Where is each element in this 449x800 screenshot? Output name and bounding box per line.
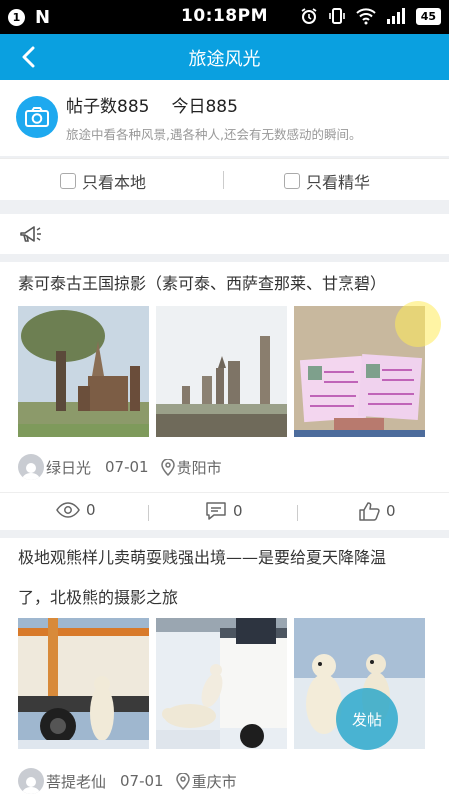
- location-pin-icon: [175, 772, 190, 790]
- post-meta: 菩提老仙 07-01 重庆市: [18, 768, 237, 794]
- post-image[interactable]: [18, 618, 149, 749]
- location-text: 贵阳市: [176, 458, 222, 477]
- eye-icon: [56, 502, 80, 518]
- like-button[interactable]: 0: [358, 501, 396, 521]
- user-icon: [22, 777, 40, 794]
- local-only-label: 只看本地: [82, 173, 147, 192]
- filter-featured-only[interactable]: 只看精华: [284, 169, 370, 193]
- post-images: [18, 306, 425, 437]
- post-title-line: 了，北极熊的摄影之旅: [18, 588, 179, 607]
- notification-badge: 1: [8, 9, 25, 26]
- forum-description: 旅途中看各种风景,遇各种人,还会有无数感动的瞬间。: [66, 127, 362, 142]
- wifi-icon: [355, 8, 376, 25]
- author-name[interactable]: 菩提老仙: [46, 771, 106, 792]
- post-card[interactable]: 素可泰古王国掠影（素可泰、西萨查那莱、甘烹碧） 绿日光 07-01 贵阳市 0 …: [0, 262, 449, 530]
- filter-bar: 只看本地 只看精华: [0, 158, 449, 200]
- comment-icon: [206, 502, 226, 520]
- post-title: 素可泰古王国掠影（素可泰、西萨查那莱、甘烹碧）: [18, 274, 387, 293]
- post-title: 极地观熊样儿卖萌耍贱强出境——是要给夏天降降温 了，北极熊的摄影之旅: [18, 538, 386, 618]
- post-location: 重庆市: [175, 771, 237, 792]
- user-icon: [22, 463, 40, 480]
- notification-icon: N: [35, 7, 51, 28]
- screen: 1 N 10:18PM 45 旅途风光 帖子数885 今日885 旅途中看各种风…: [0, 0, 449, 800]
- action-divider: [297, 505, 298, 521]
- status-bar: 1 N 10:18PM 45: [0, 0, 449, 34]
- new-post-button[interactable]: 发帖: [336, 688, 398, 750]
- post-actions: 0 0 0: [0, 492, 449, 530]
- location-text: 重庆市: [191, 772, 237, 791]
- featured-only-checkbox[interactable]: [284, 173, 300, 189]
- today-count: 今日885: [171, 97, 238, 117]
- forum-header: 帖子数885 今日885 旅途中看各种风景,遇各种人,还会有无数感动的瞬间。: [0, 80, 449, 156]
- post-image[interactable]: [156, 306, 287, 437]
- signal-icon: [386, 8, 405, 24]
- filter-local-only[interactable]: 只看本地: [60, 169, 146, 193]
- thumbs-up-icon: [359, 502, 380, 521]
- comment-button[interactable]: 0: [205, 501, 243, 521]
- avatar[interactable]: [18, 454, 44, 480]
- local-only-checkbox[interactable]: [60, 173, 76, 189]
- action-divider: [148, 505, 149, 521]
- avatar[interactable]: [18, 768, 44, 794]
- post-image[interactable]: [156, 618, 287, 749]
- post-meta: 绿日光 07-01 贵阳市: [18, 454, 222, 480]
- battery-level: 45: [415, 7, 441, 25]
- forum-avatar: [16, 96, 58, 138]
- post-title-line: 极地观熊样儿卖萌耍贱强出境——是要给夏天降降温: [18, 548, 387, 567]
- like-count: 0: [386, 502, 396, 520]
- vibrate-icon: [328, 8, 345, 24]
- post-date: 07-01: [105, 458, 149, 476]
- post-card[interactable]: 极地观熊样儿卖萌耍贱强出境——是要给夏天降降温 了，北极熊的摄影之旅 菩提老仙 …: [0, 538, 449, 800]
- touch-indicator: [395, 301, 441, 347]
- post-date: 07-01: [120, 772, 164, 790]
- status-time: 10:18PM: [181, 6, 268, 26]
- filter-divider: [223, 171, 224, 189]
- view-count-button[interactable]: 0: [56, 501, 96, 519]
- author-name[interactable]: 绿日光: [46, 457, 91, 478]
- app-bar: 旅途风光: [0, 34, 449, 80]
- location-pin-icon: [160, 458, 175, 476]
- camera-icon: [25, 107, 49, 127]
- megaphone-icon: [20, 226, 41, 242]
- comment-count: 0: [233, 502, 243, 520]
- announcement-bar[interactable]: [0, 214, 449, 254]
- post-image[interactable]: [18, 306, 149, 437]
- post-location: 贵阳市: [160, 457, 222, 478]
- page-title: 旅途风光: [188, 49, 261, 70]
- view-count: 0: [86, 501, 96, 519]
- post-count: 帖子数885: [66, 97, 150, 117]
- alarm-icon: [301, 8, 317, 24]
- featured-only-label: 只看精华: [306, 173, 371, 192]
